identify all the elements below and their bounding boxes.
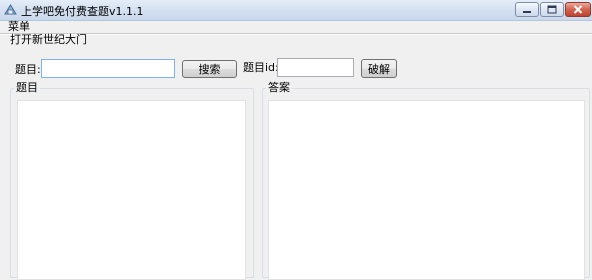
maximize-icon [547, 5, 557, 14]
decode-button[interactable]: 破解 [361, 59, 397, 78]
question-id-label: 题目id: [243, 61, 279, 74]
maximize-button[interactable] [540, 2, 564, 17]
question-search-input[interactable] [41, 59, 175, 78]
menu-separator [0, 33, 592, 35]
close-icon [573, 5, 583, 14]
question-id-input[interactable] [277, 58, 354, 77]
answer-textarea[interactable] [268, 100, 585, 280]
app-icon [4, 4, 17, 15]
title-bar[interactable]: 上学吧免付费查题v1.1.1 [0, 0, 592, 21]
close-button[interactable] [565, 2, 591, 17]
menu-bar: 菜单 [0, 21, 592, 33]
question-label: 题目: [15, 63, 41, 76]
minimize-button[interactable] [515, 2, 539, 17]
answer-group-title: 答案 [266, 81, 292, 94]
open-new-century-link[interactable]: 打开新世纪大门 [10, 34, 87, 46]
search-button[interactable]: 搜索 [182, 60, 237, 78]
question-group-title: 题目 [14, 81, 40, 94]
menu-item-main[interactable]: 菜单 [8, 21, 30, 33]
minimize-icon [523, 10, 531, 13]
question-textarea[interactable] [17, 100, 246, 280]
window-title: 上学吧免付费查题v1.1.1 [21, 5, 144, 18]
